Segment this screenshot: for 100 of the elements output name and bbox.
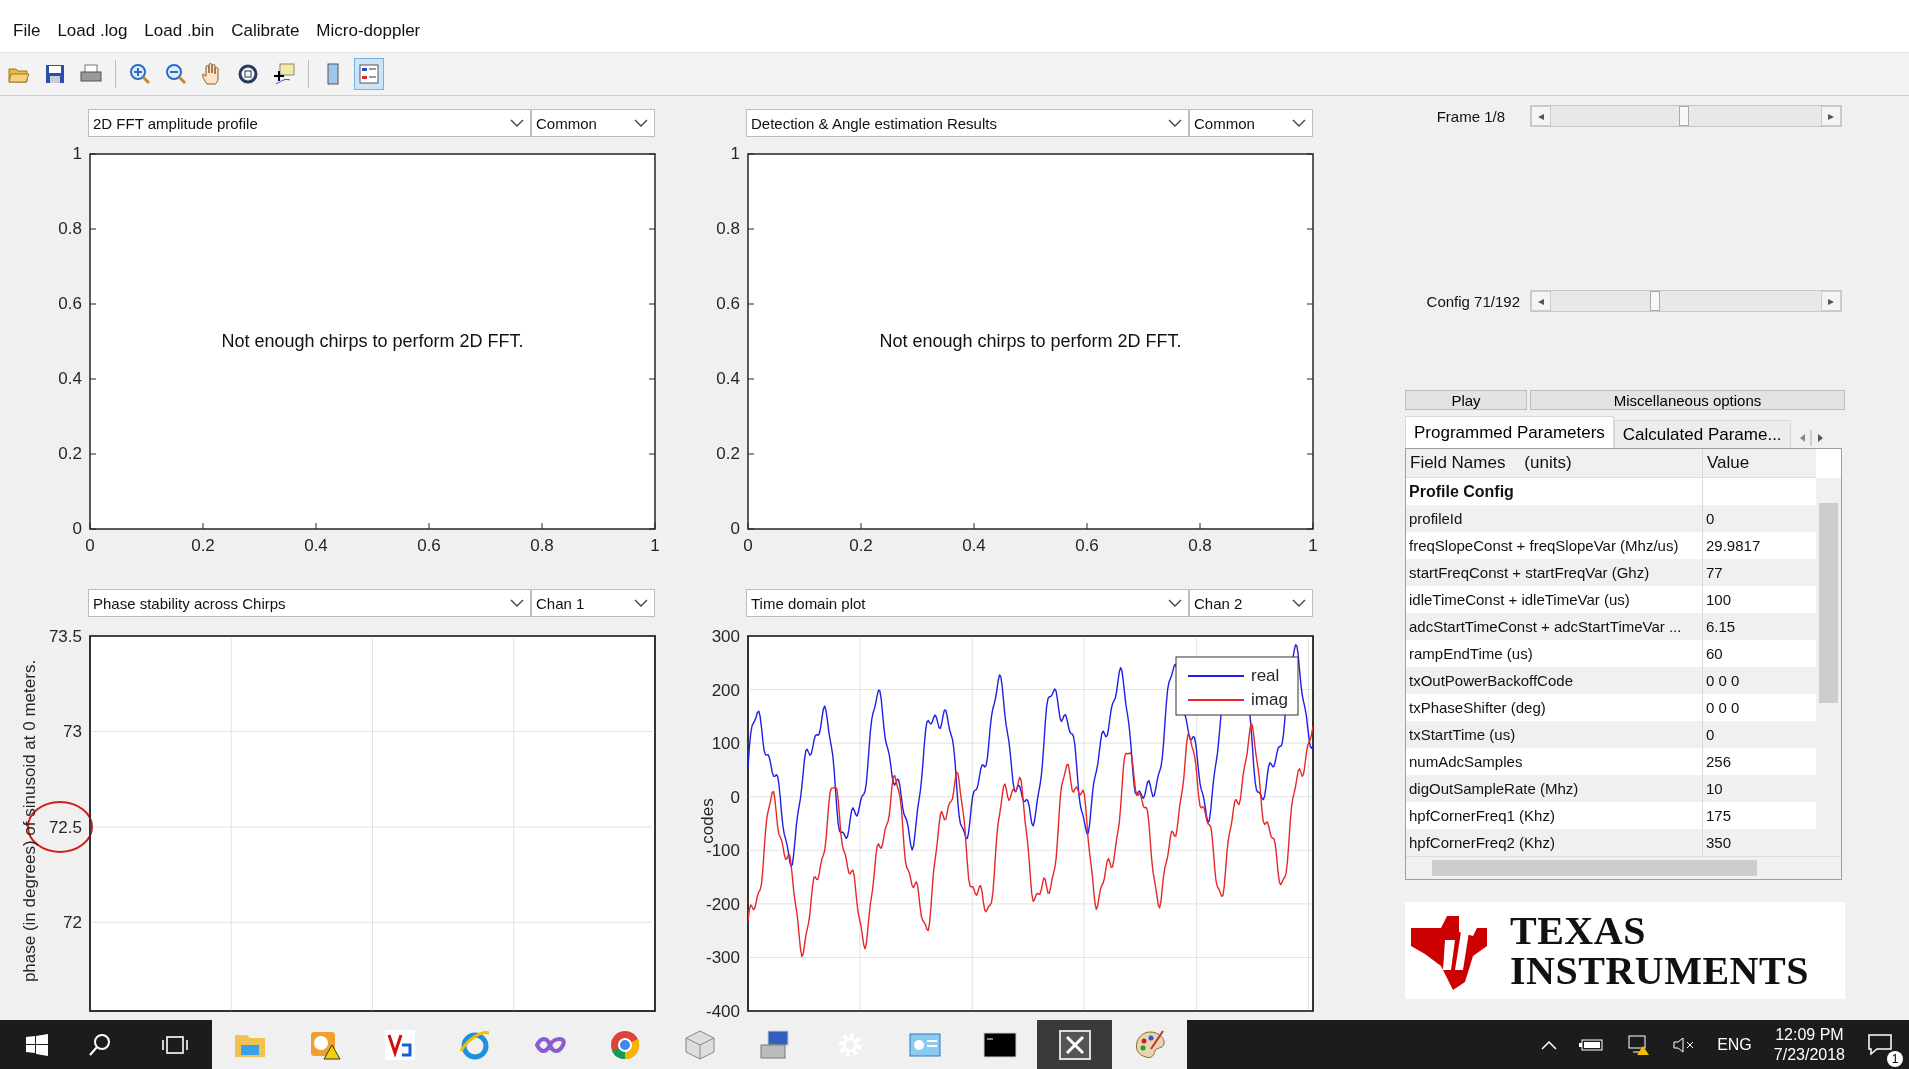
speaker-muted-icon[interactable]: [1673, 1035, 1696, 1054]
slider-thumb[interactable]: [1679, 106, 1690, 126]
caret-icon: [634, 598, 648, 608]
caret-icon: [1292, 598, 1306, 608]
slider[interactable]: ◂ ▸: [1530, 290, 1842, 312]
tick-label: 0: [85, 536, 95, 555]
tick-label: 1: [730, 144, 740, 163]
tick-label: 200: [711, 680, 740, 700]
parameters-tab[interactable]: Calculated Parame...: [1613, 420, 1791, 448]
caret-icon: [1292, 118, 1306, 128]
tick-label: 72.5: [48, 817, 82, 837]
tick-label: 0.8: [530, 536, 554, 555]
clock-time: 12:09 PM: [1775, 1024, 1844, 1045]
table-cell-text: 0: [1705, 509, 1716, 529]
channel-dropdown[interactable]: Chan 1: [531, 589, 655, 617]
tick-label: 0.4: [716, 369, 740, 388]
plot-type-dropdown[interactable]: Detection & Angle estimation Results: [746, 109, 1189, 137]
menu-item[interactable]: File: [6, 21, 51, 41]
caret-icon: [510, 598, 524, 608]
table-cell-text: 350: [1705, 833, 1733, 853]
tick-label: 72: [63, 913, 82, 933]
tick-label: 1: [1308, 536, 1318, 555]
tick-label: 0.6: [417, 536, 441, 555]
scroll-left-button[interactable]: ◂: [1531, 106, 1551, 126]
language-indicator[interactable]: ENG: [1717, 1035, 1752, 1054]
scroll-left-button[interactable]: ◂: [1531, 291, 1551, 311]
plot-message: Not enough chirps to perform 2D FFT.: [879, 331, 1182, 351]
tick-label: 0.4: [962, 536, 986, 555]
tick-label: -200: [705, 894, 740, 914]
tick-label: 1: [72, 144, 82, 163]
tick-label: -400: [705, 1002, 740, 1020]
menu-item[interactable]: Load .bin: [137, 21, 225, 41]
tick-label: 0.8: [1188, 536, 1212, 555]
plot-type-dropdown[interactable]: Phase stability across Chirps: [88, 589, 531, 617]
slider-thumb[interactable]: [1649, 291, 1660, 311]
tick-label: 0.2: [58, 444, 82, 463]
panel-tab[interactable]: Play: [1405, 390, 1527, 410]
table-cell-text: 77: [1705, 563, 1724, 583]
zoom-out-icon: [164, 62, 188, 86]
table-cell-text: 10: [1705, 779, 1724, 799]
scroll-right-button[interactable]: ▸: [1821, 106, 1841, 126]
tick-label: 0: [743, 536, 753, 555]
battery-icon[interactable]: [1579, 1036, 1606, 1053]
table-cell-text: 0: [1705, 725, 1716, 745]
legend-label: real: [1251, 666, 1280, 685]
axis-label: phase (in degrees) of sinusoid at 0 meters.: [20, 659, 39, 983]
clock[interactable]: 12:09 PM 7/23/2018: [1773, 1024, 1845, 1065]
legend-label: imag: [1251, 690, 1288, 709]
wrench-icon[interactable]: [1037, 1020, 1112, 1069]
scroll-right-button[interactable]: ▸: [1821, 291, 1841, 311]
table-cell-text: 100: [1705, 590, 1733, 610]
tick-label: 0.2: [716, 444, 740, 463]
slider[interactable]: ◂ ▸: [1530, 105, 1842, 127]
legend-list-icon: [357, 62, 381, 86]
chevron-up-icon[interactable]: [1541, 1039, 1558, 1050]
notification-badge: 1: [1887, 1050, 1903, 1067]
tick-label: 0.6: [58, 294, 82, 313]
tick-label: 0.8: [716, 219, 740, 238]
table-cell-text: 60: [1705, 644, 1724, 664]
menu-item[interactable]: Calibrate: [224, 21, 310, 41]
tick-label: 0.6: [1075, 536, 1099, 555]
cursor-icon: [272, 62, 296, 86]
save-icon: [43, 62, 67, 86]
column-header: Value: [1706, 452, 1751, 474]
tick-label: 300: [711, 627, 740, 646]
network-icon[interactable]: [1627, 1033, 1652, 1056]
tick-label: 73.5: [48, 627, 82, 646]
parameters-tab[interactable]: Programmed Parameters: [1405, 416, 1614, 448]
tick-label: 0.4: [58, 369, 82, 388]
tick-label: 0: [730, 787, 740, 807]
rotate-icon: [236, 62, 260, 86]
panel-tab[interactable]: Miscellaneous options: [1530, 390, 1845, 410]
table-cell-text: 0 0 0: [1705, 671, 1741, 691]
palette-icon[interactable]: [1112, 1020, 1187, 1069]
slider-label: Config 71/192: [1425, 292, 1521, 310]
channel-dropdown[interactable]: Common: [531, 109, 655, 137]
clock-date: 7/23/2018: [1773, 1044, 1845, 1065]
caret-icon: [1168, 118, 1182, 128]
menu-item[interactable]: Load .log: [50, 21, 138, 41]
table-cell-text: 0 0 0: [1705, 698, 1741, 718]
slider-label: Frame 1/8: [1435, 107, 1506, 125]
column-header: Field Names (units): [1406, 449, 1703, 477]
zoom-in-icon: [128, 62, 152, 86]
tick-label: 73: [63, 722, 82, 742]
tick-label: 0: [730, 519, 740, 538]
channel-dropdown[interactable]: Common: [1189, 109, 1313, 137]
table-cell-text: 29.9817: [1705, 536, 1762, 556]
legend-toggle-button[interactable]: [354, 58, 384, 90]
channel-dropdown[interactable]: Chan 2: [1189, 589, 1313, 617]
tick-label: 1: [650, 536, 660, 555]
axis-label: codes: [698, 798, 717, 844]
horizontal-scrollbar[interactable]: [1406, 856, 1841, 879]
plot-type-dropdown[interactable]: 2D FFT amplitude profile: [88, 109, 531, 137]
notifications-icon[interactable]: [1867, 1032, 1893, 1057]
plot-message: Not enough chirps to perform 2D FFT.: [221, 331, 524, 351]
menu-item[interactable]: Micro-doppler: [309, 21, 431, 41]
plot-type-dropdown[interactable]: Time domain plot: [746, 589, 1189, 617]
tick-label: 0.2: [849, 536, 873, 555]
tick-label: -300: [705, 948, 740, 968]
vertical-scrollbar[interactable]: [1816, 478, 1841, 856]
